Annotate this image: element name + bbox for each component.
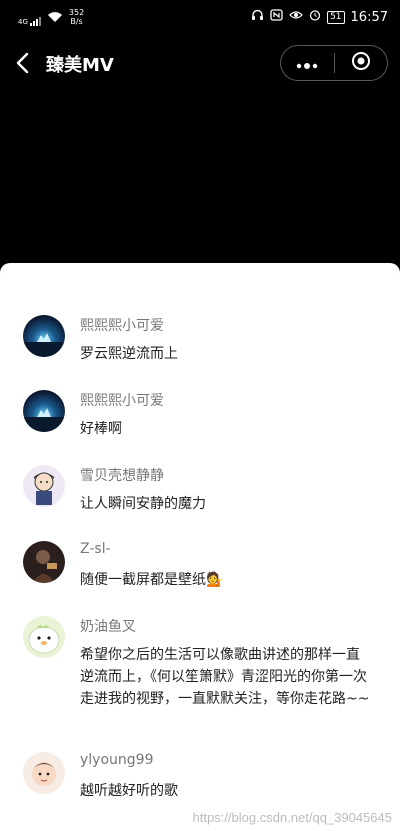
- avatar[interactable]: [23, 390, 65, 432]
- comment-text: 希望你之后的生活可以像歌曲讲述的那样一直逆流而上，《何以笙箫默》青涩阳光的你第一…: [80, 647, 370, 707]
- avatar[interactable]: [23, 315, 65, 357]
- comment-username[interactable]: ylyoung99: [80, 752, 153, 768]
- network-speed: 352 B/s: [68, 8, 85, 26]
- mini-program-capsule: [280, 45, 388, 81]
- status-right: 51 16:57: [251, 9, 388, 25]
- comment-username[interactable]: 熙熙熙小可爱: [80, 315, 164, 335]
- headset-icon: [251, 9, 264, 25]
- comment-username[interactable]: 熙熙熙小可爱: [80, 390, 164, 410]
- comment-text: 随便一截屏都是壁纸💁: [80, 572, 224, 588]
- comment-text: 越听越好听的歌: [80, 783, 178, 799]
- avatar[interactable]: [23, 541, 65, 583]
- avatar[interactable]: [23, 752, 65, 794]
- comment-text: 好棒啊: [80, 421, 122, 437]
- comment-username[interactable]: 雪贝壳想静静: [80, 465, 164, 485]
- alarm-icon: [309, 9, 321, 25]
- battery-icon: 51: [327, 10, 345, 24]
- comment-username[interactable]: 奶油鱼叉: [80, 616, 136, 636]
- avatar[interactable]: [23, 616, 65, 658]
- status-bar: 4G 352 B/s 51 16:57: [0, 0, 400, 34]
- close-mini-program-button[interactable]: [335, 46, 388, 80]
- nav-bar: 臻美MV: [0, 40, 400, 86]
- nfc-icon: [270, 9, 283, 25]
- avatar[interactable]: [23, 465, 65, 507]
- comments-sheet[interactable]: 熙熙熙小可爱 罗云熙逆流而上 熙熙熙小可爱 好棒啊 雪贝壳想静静 让人瞬间安静的…: [0, 263, 400, 831]
- eye-icon: [289, 9, 303, 25]
- more-dots-icon: [296, 54, 318, 73]
- back-icon[interactable]: [14, 52, 34, 74]
- wifi-icon: [47, 11, 63, 26]
- comment-username[interactable]: Z-sl-: [80, 541, 111, 557]
- target-circle-icon: [351, 51, 371, 75]
- clock-time: 16:57: [350, 9, 388, 25]
- app-screen: 4G 352 B/s 51 16:57 臻美MV 熙熙熙小可爱 罗云熙逆流而上 …: [0, 0, 400, 831]
- status-left: 4G 352 B/s: [18, 8, 84, 26]
- comment-text: 让人瞬间安静的魔力: [80, 496, 206, 512]
- page-title: 臻美MV: [46, 55, 114, 76]
- comment-text: 罗云熙逆流而上: [80, 346, 178, 362]
- more-button[interactable]: [281, 46, 334, 80]
- watermark: https://blog.csdn.net/qq_39045645: [192, 810, 393, 825]
- signal-icon: 4G: [18, 17, 41, 26]
